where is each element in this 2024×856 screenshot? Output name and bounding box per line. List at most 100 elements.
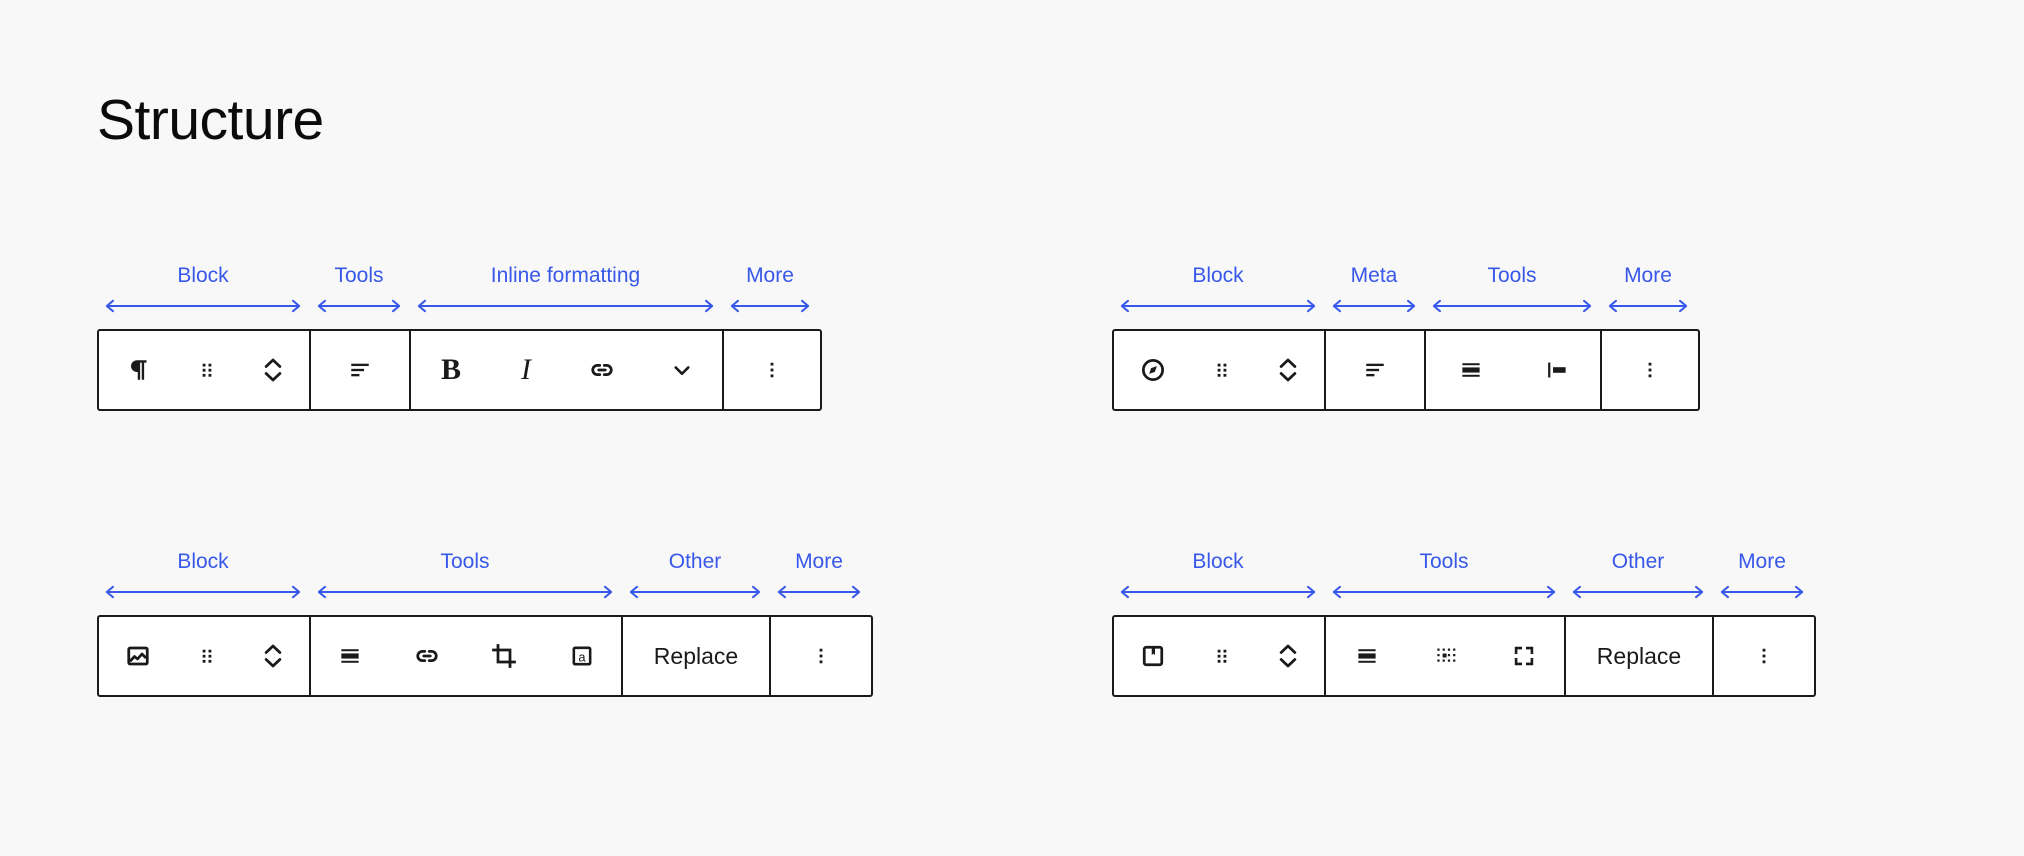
diagram-cover-block-toolbar: BlockToolsOtherMoreReplace	[1112, 551, 1816, 697]
annotation-label: Meta	[1351, 265, 1398, 286]
toolbar-group-block	[99, 331, 311, 409]
annotation-label: Inline formatting	[491, 265, 640, 286]
annotation-label: Block	[1192, 551, 1243, 572]
toolbar-group-more	[1714, 617, 1814, 695]
toolbar-button-label: Replace	[1591, 643, 1687, 670]
diagram-navigation-block-toolbar: BlockMetaToolsMore	[1112, 265, 1700, 411]
annotation-more: More	[769, 551, 869, 599]
double-arrow-icon	[629, 585, 761, 599]
toolbar-button-link-icon[interactable]	[562, 331, 642, 409]
navigation-compass-icon	[1138, 355, 1168, 385]
toolbar-button-move-up-down-icon[interactable]	[238, 617, 308, 695]
more-vertical-icon	[1751, 643, 1777, 669]
more-vertical-icon	[759, 357, 785, 383]
annotation-tools: Tools	[1324, 551, 1564, 599]
double-arrow-icon	[1120, 299, 1316, 313]
toolbar-button-more-vertical-icon[interactable]	[726, 331, 818, 409]
toolbar-button-alt-text-icon[interactable]: a	[543, 617, 621, 695]
drag-handle-icon	[1209, 643, 1235, 669]
toolbar-group-more	[771, 617, 871, 695]
toolbar-button-align-left-icon[interactable]	[312, 331, 408, 409]
toolbar-group-tools	[311, 331, 411, 409]
toolbar-button-focal-point-icon[interactable]	[1407, 617, 1485, 695]
paragraph-icon	[123, 355, 153, 385]
toolbar-button-image-icon[interactable]	[100, 617, 176, 695]
image-icon	[123, 641, 153, 671]
toolbar-button-more-vertical-icon[interactable]	[1604, 331, 1696, 409]
double-arrow-icon	[777, 585, 861, 599]
double-arrow-icon	[317, 585, 613, 599]
toolbar-button-drag-handle-icon[interactable]	[1191, 331, 1253, 409]
double-arrow-icon	[1720, 585, 1804, 599]
crop-icon	[489, 641, 519, 671]
annotation-row: Block Tools OtherMore	[97, 551, 873, 599]
toolbar-group-block	[1114, 331, 1326, 409]
toolbar-button-align-center-bar-icon[interactable]	[311, 617, 389, 695]
toolbar-group-tools	[1326, 617, 1566, 695]
italic-icon: I	[521, 355, 531, 385]
page-title: Structure	[97, 92, 324, 149]
toolbar-group-meta	[1326, 331, 1426, 409]
toolbar-button-drag-handle-icon[interactable]	[1191, 617, 1253, 695]
toolbar-button-move-up-down-icon[interactable]	[1253, 617, 1323, 695]
toolbar-button-replace-button[interactable]: Replace	[624, 617, 768, 695]
bold-icon: B	[441, 355, 461, 385]
toolbar-button-cover-book-icon[interactable]	[1115, 617, 1191, 695]
toolbar-group-more	[724, 331, 820, 409]
toolbar-button-move-up-down-icon[interactable]	[1253, 331, 1323, 409]
annotation-label: Block	[177, 551, 228, 572]
block-toolbar: a Replace	[97, 615, 873, 697]
annotation-label: Other	[1612, 551, 1665, 572]
focal-point-icon	[1432, 642, 1460, 670]
annotation-other: Other	[621, 551, 769, 599]
toolbar-button-more-vertical-icon[interactable]	[773, 617, 869, 695]
diagram-image-block-toolbar: Block Tools OtherMore a Replace	[97, 551, 873, 697]
toolbar-button-more-vertical-icon[interactable]	[1716, 617, 1812, 695]
toolbar-button-link-icon[interactable]	[389, 617, 465, 695]
toolbar-button-drag-handle-icon[interactable]	[176, 331, 238, 409]
toolbar-group-block	[1114, 617, 1326, 695]
annotation-label: More	[746, 265, 794, 286]
toolbar-button-drag-handle-icon[interactable]	[176, 617, 238, 695]
toolbar-button-chevron-down-icon[interactable]	[642, 331, 721, 409]
toolbar-button-move-up-down-icon[interactable]	[238, 331, 308, 409]
toolbar-button-align-left-icon[interactable]	[1327, 331, 1423, 409]
toolbar-group-other: Replace	[1566, 617, 1714, 695]
annotation-label: Tools	[1487, 265, 1536, 286]
double-arrow-icon	[1572, 585, 1704, 599]
toolbar-button-paragraph-icon[interactable]	[100, 331, 176, 409]
toolbar-button-bold-icon[interactable]: B	[412, 331, 490, 409]
annotation-tools: Tools	[309, 551, 621, 599]
annotation-row: BlockMetaToolsMore	[1112, 265, 1700, 313]
toolbar-button-navigation-compass-icon[interactable]	[1115, 331, 1191, 409]
toolbar-button-align-left-block-icon[interactable]	[1515, 331, 1599, 409]
annotation-block: Block	[1112, 265, 1324, 313]
move-up-down-icon	[258, 353, 288, 387]
alt-text-icon: a	[568, 642, 596, 670]
link-icon	[587, 355, 617, 385]
toolbar-button-replace-button[interactable]: Replace	[1567, 617, 1711, 695]
move-up-down-icon	[258, 639, 288, 673]
annotation-label: Tools	[1419, 551, 1468, 572]
annotation-label: Tools	[440, 551, 489, 572]
toolbar-button-fullscreen-icon[interactable]	[1485, 617, 1563, 695]
toolbar-button-align-center-bar-icon[interactable]	[1327, 617, 1407, 695]
toolbar-button-label: Replace	[648, 643, 744, 670]
toolbar-button-italic-icon[interactable]: I	[490, 331, 562, 409]
annotation-row: BlockToolsOtherMore	[1112, 551, 1816, 599]
toolbar-group-other: Replace	[623, 617, 771, 695]
drag-handle-icon	[1209, 357, 1235, 383]
annotation-label: Block	[1192, 265, 1243, 286]
annotation-more: More	[722, 265, 818, 313]
more-vertical-icon	[808, 643, 834, 669]
align-left-block-icon	[1542, 356, 1572, 384]
block-toolbar: Replace	[1112, 615, 1816, 697]
annotation-meta: Meta	[1324, 265, 1424, 313]
toolbar-button-crop-icon[interactable]	[465, 617, 543, 695]
align-center-bar-icon	[336, 642, 364, 670]
toolbar-group-tools: a	[311, 617, 623, 695]
double-arrow-icon	[1332, 585, 1556, 599]
toolbar-button-align-center-bar-icon[interactable]	[1427, 331, 1515, 409]
annotation-label: Block	[177, 265, 228, 286]
annotation-other: Other	[1564, 551, 1712, 599]
